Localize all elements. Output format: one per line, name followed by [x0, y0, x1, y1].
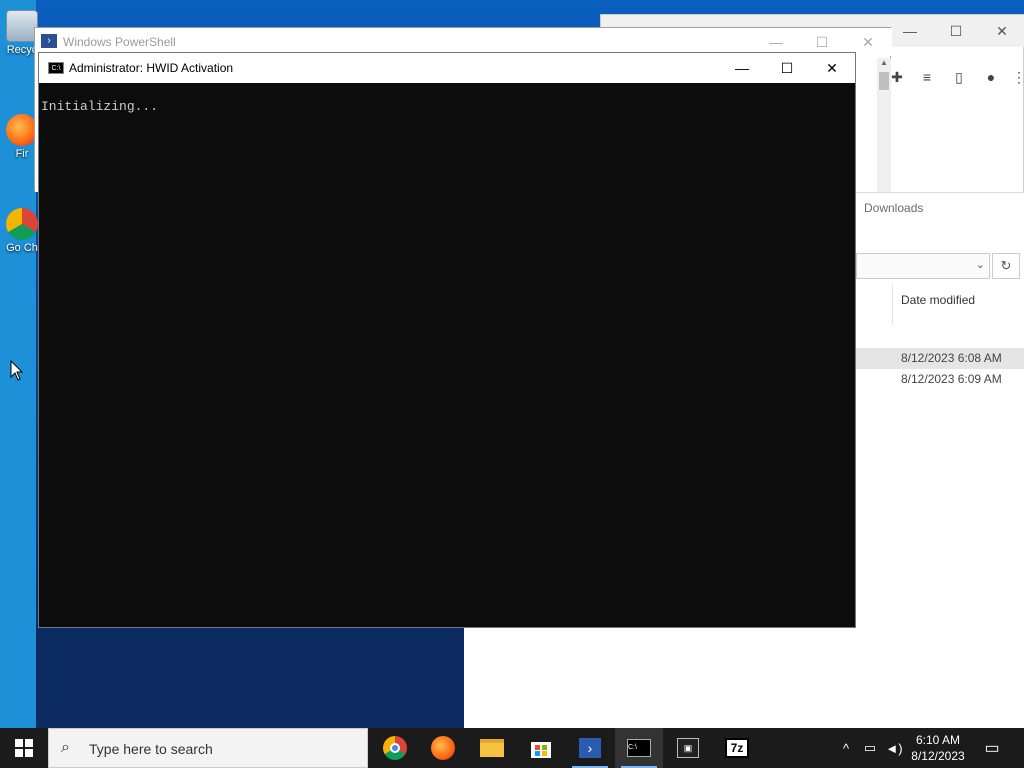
- windows-logo-icon: [15, 739, 33, 757]
- chevron-up-icon[interactable]: ^: [836, 738, 856, 758]
- search-box[interactable]: ⌕ Type here to search: [48, 728, 368, 768]
- start-button[interactable]: [0, 728, 48, 768]
- reading-list-icon[interactable]: ≡: [915, 65, 939, 89]
- firefox-icon: [431, 736, 455, 760]
- taskbar-microsoft-store[interactable]: [517, 728, 565, 768]
- volume-icon[interactable]: ◄): [884, 738, 904, 758]
- taskbar-powershell[interactable]: ›: [566, 728, 614, 768]
- file-date: 8/12/2023 6:09 AM: [901, 372, 1002, 386]
- browser-maximize-button[interactable]: ☐: [933, 15, 979, 47]
- window-title: Administrator: HWID Activation: [69, 61, 234, 75]
- cmd-icon: C:\: [48, 62, 64, 74]
- browser-close-button[interactable]: ✕: [979, 15, 1024, 47]
- desktop-icon-chrome[interactable]: Go Ch: [2, 208, 42, 254]
- column-separator: [892, 285, 893, 325]
- breadcrumb[interactable]: Downloads: [864, 201, 923, 215]
- desktop-icon-label: Recyc: [6, 44, 38, 56]
- notification-icon[interactable]: ▭: [982, 738, 1002, 758]
- window-title: Windows PowerShell: [63, 35, 176, 49]
- file-row[interactable]: 8/12/2023 6:09 AM: [856, 369, 1024, 390]
- taskbar-file-explorer[interactable]: [468, 728, 516, 768]
- command-prompt-window: C:\ Administrator: HWID Activation — ☐ ✕…: [38, 52, 856, 628]
- 7zip-icon: 7z: [725, 738, 749, 758]
- mouse-cursor-icon: [10, 359, 24, 385]
- refresh-icon: ↻: [1000, 258, 1012, 273]
- search-icon: ⌕: [61, 739, 70, 756]
- cmd-titlebar[interactable]: C:\ Administrator: HWID Activation — ☐ ✕: [39, 53, 855, 83]
- scroll-up-icon[interactable]: ▲: [880, 58, 888, 67]
- cmd-minimize-button[interactable]: —: [719, 53, 765, 83]
- taskbar-command-prompt[interactable]: C:\: [615, 728, 663, 768]
- sidebar-icon[interactable]: ▯: [947, 65, 971, 89]
- chrome-icon: [6, 208, 38, 240]
- console-output: Initializing...: [41, 99, 159, 114]
- taskbar-7zip[interactable]: 7z: [713, 728, 761, 768]
- desktop-icon-label: Go Ch: [6, 242, 38, 254]
- address-bar[interactable]: ⌄: [856, 253, 990, 279]
- file-date: 8/12/2023 6:08 AM: [901, 351, 1002, 365]
- chevron-down-icon[interactable]: ⌄: [976, 258, 985, 271]
- taskbar: ⌕ Type here to search › C:\ ▣ 7z ^ ▭ ◄) …: [0, 728, 1024, 768]
- cmd-maximize-button[interactable]: ☐: [764, 53, 810, 83]
- profile-icon[interactable]: ●: [979, 65, 1003, 89]
- scrollbar-thumb[interactable]: [879, 72, 889, 90]
- clock-time: 6:10 AM: [915, 733, 961, 747]
- clock[interactable]: 6:10 AM 8/12/2023: [908, 732, 968, 764]
- chrome-icon: [383, 736, 407, 760]
- powershell-icon: ›: [41, 34, 57, 48]
- taskbar-terminal[interactable]: ▣: [664, 728, 712, 768]
- folder-icon: [480, 739, 504, 757]
- search-placeholder: Type here to search: [89, 741, 213, 757]
- terminal-icon: ▣: [677, 738, 699, 758]
- cmd-console[interactable]: Initializing...: [39, 83, 855, 627]
- column-header-date-modified[interactable]: Date modified: [901, 293, 975, 307]
- file-row[interactable]: 8/12/2023 6:08 AM: [856, 348, 1024, 369]
- browser-minimize-button[interactable]: —: [887, 15, 933, 47]
- store-icon: [531, 742, 551, 758]
- network-icon[interactable]: ▭: [860, 738, 880, 758]
- taskbar-firefox[interactable]: [419, 728, 467, 768]
- refresh-button[interactable]: ↻: [992, 253, 1020, 279]
- menu-icon[interactable]: ⋮: [1007, 65, 1024, 89]
- desktop-icon-label: Fir: [15, 148, 29, 160]
- clock-date: 8/12/2023: [911, 749, 965, 763]
- system-tray: ^ ▭ ◄) 6:10 AM 8/12/2023 ▭: [830, 728, 1024, 768]
- cmd-icon: C:\: [627, 739, 651, 757]
- powershell-scrollbar[interactable]: ▲: [877, 58, 891, 192]
- cmd-close-button[interactable]: ✕: [809, 53, 855, 83]
- taskbar-chrome[interactable]: [371, 728, 419, 768]
- desktop-background-lower: [36, 628, 464, 728]
- powershell-icon: ›: [579, 738, 601, 758]
